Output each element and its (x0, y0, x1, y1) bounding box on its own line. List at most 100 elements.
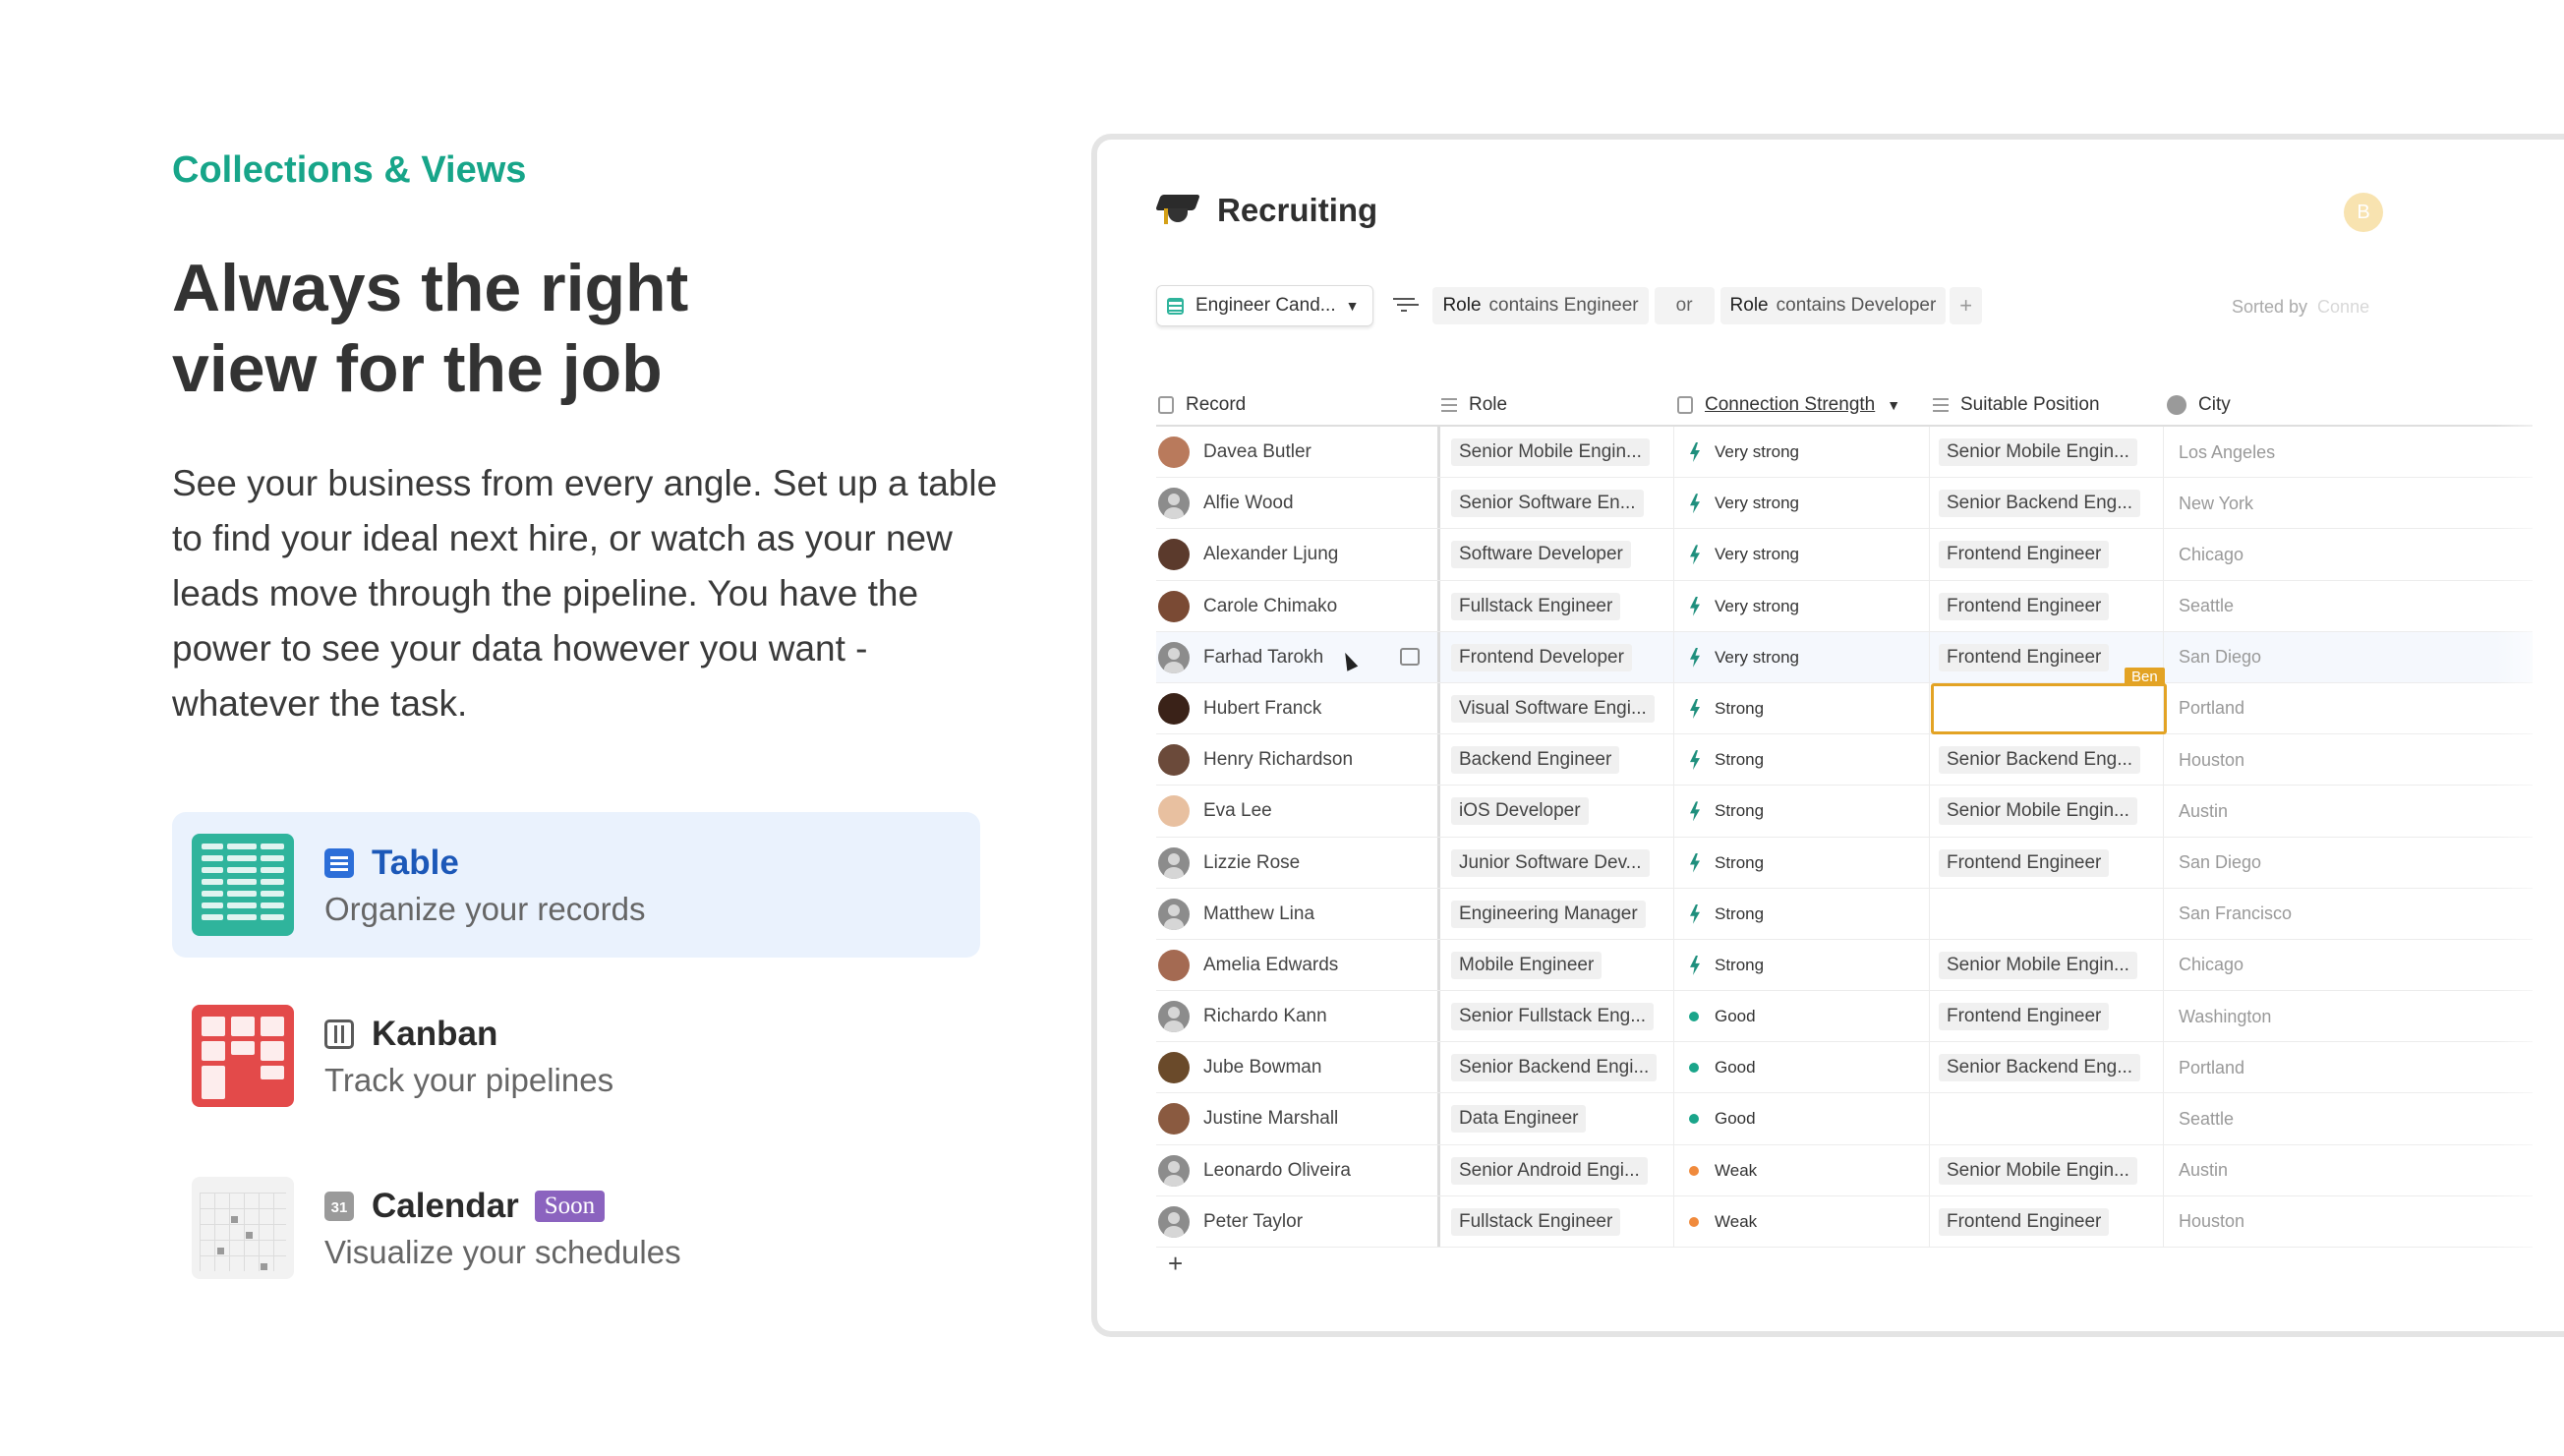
record-cell[interactable]: Hubert Franck (1158, 683, 1321, 734)
expand-record-icon[interactable] (1400, 647, 1420, 666)
view-option-calendar[interactable]: 31 Calendar Soon Visualize your schedule… (172, 1155, 980, 1301)
caret-down-icon[interactable]: ▼ (1887, 397, 1900, 413)
record-cell[interactable]: Peter Taylor (1158, 1196, 1303, 1248)
record-cell[interactable]: Alexander Ljung (1158, 529, 1338, 580)
record-cell[interactable]: Alfie Wood (1158, 478, 1294, 529)
city-cell[interactable]: Chicago (2179, 529, 2244, 580)
record-cell[interactable]: Carole Chimako (1158, 581, 1337, 632)
sort-indicator[interactable]: Sorted by Conne (2232, 297, 2369, 318)
role-cell[interactable]: Backend Engineer (1451, 734, 1620, 786)
suitable-position-cell[interactable]: Senior Backend Eng... (1939, 478, 2141, 529)
user-avatar[interactable]: B (2344, 193, 2383, 232)
connection-strength-cell[interactable]: Strong (1687, 838, 1764, 889)
city-cell[interactable]: Washington (2179, 991, 2271, 1042)
record-cell[interactable]: Lizzie Rose (1158, 838, 1300, 889)
role-cell[interactable]: Mobile Engineer (1451, 940, 1602, 991)
role-cell[interactable]: iOS Developer (1451, 786, 1589, 837)
role-cell[interactable]: Fullstack Engineer (1451, 581, 1621, 632)
table-row[interactable]: Eva Lee iOS Developer Strong Senior Mobi… (1156, 786, 2533, 838)
table-row[interactable]: Davea Butler Senior Mobile Engin... Very… (1156, 427, 2533, 479)
record-cell[interactable]: Amelia Edwards (1158, 940, 1338, 991)
connection-strength-cell[interactable]: Good (1687, 1093, 1756, 1144)
suitable-position-cell[interactable]: Senior Mobile Engin... (1939, 940, 2137, 991)
selected-cell[interactable] (1931, 682, 2167, 734)
connection-strength-cell[interactable]: Strong (1687, 683, 1764, 734)
filter-operator-or[interactable]: or (1654, 287, 1715, 324)
role-cell[interactable]: Senior Mobile Engin... (1451, 427, 1650, 478)
table-row[interactable]: Jube Bowman Senior Backend Engi... Good … (1156, 1042, 2533, 1094)
suitable-position-cell[interactable]: Frontend Engineer (1939, 1196, 2110, 1248)
role-cell[interactable]: Software Developer (1451, 529, 1631, 580)
city-cell[interactable]: Houston (2179, 1196, 2244, 1248)
filter-chip[interactable]: Role contains Developer (1719, 287, 1947, 324)
city-cell[interactable]: New York (2179, 478, 2253, 529)
suitable-position-cell[interactable]: Senior Backend Eng... (1939, 1042, 2141, 1093)
city-cell[interactable]: San Francisco (2179, 889, 2292, 940)
suitable-position-cell[interactable]: Senior Mobile Engin... (1939, 786, 2137, 837)
connection-strength-cell[interactable]: Weak (1687, 1196, 1757, 1248)
connection-strength-cell[interactable]: Weak (1687, 1145, 1757, 1196)
suitable-position-cell[interactable]: Senior Mobile Engin... (1939, 1145, 2137, 1196)
suitable-position-cell[interactable]: Senior Backend Eng... (1939, 734, 2141, 786)
table-row[interactable]: Alfie Wood Senior Software En... Very st… (1156, 478, 2533, 530)
table-row[interactable]: Richardo Kann Senior Fullstack Eng... Go… (1156, 991, 2533, 1043)
table-row[interactable]: Leonardo Oliveira Senior Android Engi...… (1156, 1144, 2533, 1196)
column-header-record[interactable]: Record (1158, 385, 1246, 425)
add-filter-button[interactable]: + (1950, 287, 1983, 324)
filter-chip[interactable]: Role contains Engineer (1432, 287, 1649, 324)
city-cell[interactable]: Los Angeles (2179, 427, 2275, 478)
connection-strength-cell[interactable]: Strong (1687, 734, 1764, 786)
record-cell[interactable]: Jube Bowman (1158, 1042, 1321, 1093)
record-cell[interactable]: Richardo Kann (1158, 991, 1327, 1042)
city-cell[interactable]: San Diego (2179, 838, 2261, 889)
role-cell[interactable]: Senior Software En... (1451, 478, 1644, 529)
suitable-position-cell[interactable]: Frontend Engineer (1939, 838, 2110, 889)
record-cell[interactable]: Henry Richardson (1158, 734, 1353, 786)
view-selector[interactable]: Engineer Cand... ▼ (1156, 285, 1374, 326)
city-cell[interactable]: San Diego (2179, 632, 2261, 683)
table-row[interactable]: Carole Chimako Fullstack Engineer Very s… (1156, 580, 2533, 632)
record-cell[interactable]: Eva Lee (1158, 786, 1272, 837)
city-cell[interactable]: Seattle (2179, 1093, 2234, 1144)
table-row[interactable]: Justine Marshall Data Engineer Good Seat… (1156, 1093, 2533, 1145)
connection-strength-cell[interactable]: Very strong (1687, 632, 1799, 683)
connection-strength-cell[interactable]: Strong (1687, 889, 1764, 940)
view-option-table[interactable]: Table Organize your records (172, 812, 980, 958)
city-cell[interactable]: Portland (2179, 683, 2244, 734)
role-cell[interactable]: Engineering Manager (1451, 889, 1646, 940)
connection-strength-cell[interactable]: Good (1687, 991, 1756, 1042)
role-cell[interactable]: Senior Android Engi... (1451, 1145, 1648, 1196)
table-row[interactable]: Matthew Lina Engineering Manager Strong … (1156, 888, 2533, 940)
role-cell[interactable]: Visual Software Engi... (1451, 683, 1655, 734)
suitable-position-cell[interactable]: Frontend Engineer (1939, 581, 2110, 632)
connection-strength-cell[interactable]: Very strong (1687, 581, 1799, 632)
connection-strength-cell[interactable]: Very strong (1687, 478, 1799, 529)
table-row[interactable]: Alexander Ljung Software Developer Very … (1156, 529, 2533, 581)
column-header-city[interactable]: City (2167, 385, 2231, 425)
add-record-button[interactable]: + (1168, 1249, 1183, 1279)
suitable-position-cell[interactable]: Frontend Engineer (1939, 529, 2110, 580)
table-row[interactable]: Henry Richardson Backend Engineer Strong… (1156, 734, 2533, 786)
column-header-suitable-position[interactable]: Suitable Position (1933, 385, 2100, 425)
table-row[interactable]: Hubert Franck Visual Software Engi... St… (1156, 682, 2533, 735)
role-cell[interactable]: Senior Backend Engi... (1451, 1042, 1658, 1093)
column-header-role[interactable]: Role (1441, 385, 1507, 425)
role-cell[interactable]: Data Engineer (1451, 1093, 1587, 1144)
table-row[interactable]: Peter Taylor Fullstack Engineer Weak Fro… (1156, 1195, 2533, 1248)
role-cell[interactable]: Frontend Developer (1451, 632, 1632, 683)
record-cell[interactable]: Leonardo Oliveira (1158, 1145, 1351, 1196)
city-cell[interactable]: Chicago (2179, 940, 2244, 991)
connection-strength-cell[interactable]: Strong (1687, 786, 1764, 837)
connection-strength-cell[interactable]: Good (1687, 1042, 1756, 1093)
city-cell[interactable]: Austin (2179, 1145, 2228, 1196)
table-row[interactable]: Lizzie Rose Junior Software Dev... Stron… (1156, 837, 2533, 889)
record-cell[interactable]: Justine Marshall (1158, 1093, 1338, 1144)
table-row[interactable]: Amelia Edwards Mobile Engineer Strong Se… (1156, 939, 2533, 992)
role-cell[interactable]: Senior Fullstack Eng... (1451, 991, 1655, 1042)
record-cell[interactable]: Matthew Lina (1158, 889, 1314, 940)
city-cell[interactable]: Houston (2179, 734, 2244, 786)
suitable-position-cell[interactable]: Frontend Engineer (1939, 991, 2110, 1042)
role-cell[interactable]: Junior Software Dev... (1451, 838, 1650, 889)
connection-strength-cell[interactable]: Very strong (1687, 529, 1799, 580)
column-header-connection-strength[interactable]: Connection Strength ▼ (1677, 385, 1900, 425)
